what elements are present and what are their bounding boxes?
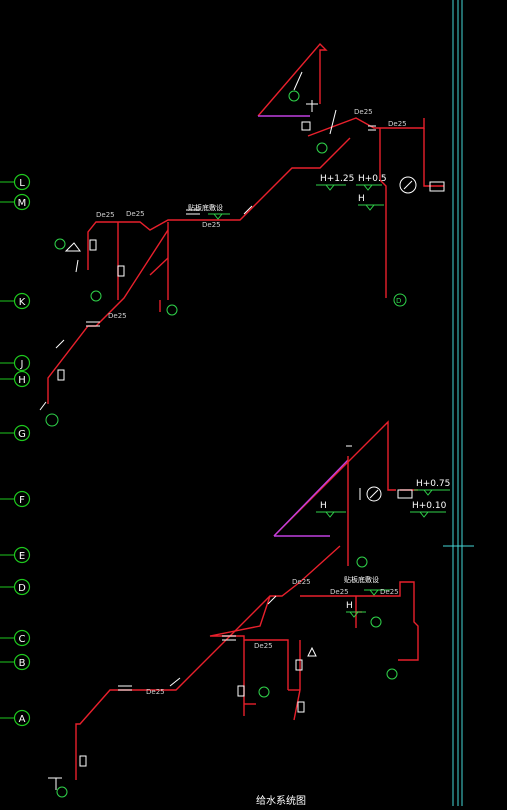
upper-pipe-label: De25	[108, 312, 127, 320]
lower-fixtures	[48, 445, 413, 790]
axis-label: L	[19, 178, 25, 189]
grid-axis-markers: LM K JH G F E D C B A	[0, 173, 31, 727]
lower-pipe-label: De25	[254, 642, 273, 650]
lower-pipe-label: De25	[146, 688, 165, 696]
upper-fixture-tags	[45, 90, 407, 427]
lower-pipe-label: De25	[292, 578, 311, 586]
lower-pipe-label: De25	[330, 588, 349, 596]
plumbing-system-drawing: LMKJHGFEDCBA 贴板底敷设 De25 De25 De25 De25 D…	[0, 0, 474, 807]
lower-note: 贴板底敷设	[344, 575, 379, 584]
upper-labels: 贴板底敷设 De25 De25 De25 De25 De25 De25 H+1.…	[96, 108, 407, 320]
upper-marker-label: D	[396, 297, 401, 305]
lower-pipe-label: De25	[380, 588, 399, 596]
lower-elevation-label: H+0.10	[412, 501, 447, 511]
lower-elevation-label: H	[346, 601, 353, 611]
axis-label: A	[19, 714, 26, 725]
upper-pipe-system	[47, 42, 444, 404]
upper-elevation-label: H+1.25	[320, 174, 354, 184]
upper-pipe-label: De25	[96, 211, 115, 219]
axis-label: J	[20, 359, 24, 370]
axis-label: H	[18, 375, 26, 386]
axis-label: B	[19, 658, 26, 669]
upper-elevation-label: H+0.5	[358, 174, 387, 184]
upper-elevation-label: H	[358, 194, 365, 204]
axis-label: F	[19, 495, 25, 506]
axis-label: M	[18, 198, 27, 209]
upper-note: 贴板底敷设	[188, 203, 223, 212]
drawing-frame	[443, 0, 474, 806]
upper-pipe-label: De25	[126, 210, 145, 218]
lower-pipe-system	[75, 420, 419, 780]
lower-elevation-label: H+0.75	[416, 479, 450, 489]
axis-label: G	[18, 429, 26, 440]
upper-pipe-label: De25	[202, 221, 221, 229]
axis-label: C	[19, 634, 26, 645]
upper-pipe-label: De25	[388, 120, 407, 128]
lower-elevation-label: H	[320, 501, 327, 511]
drawing-canvas: LMKJHGFEDCBA 贴板底敷设 De25 De25 De25 De25 D…	[0, 0, 507, 807]
drawing-title: 给水系统图	[256, 794, 306, 806]
upper-pipe-label: De25	[354, 108, 373, 116]
axis-label: E	[19, 551, 25, 562]
axis-label: K	[19, 297, 26, 308]
upper-fixtures	[39, 71, 445, 411]
axis-label: D	[18, 583, 26, 594]
